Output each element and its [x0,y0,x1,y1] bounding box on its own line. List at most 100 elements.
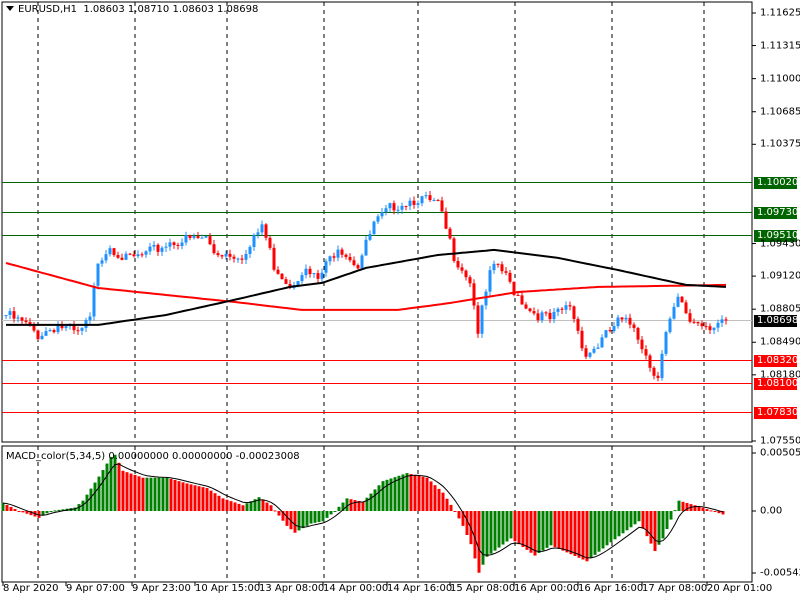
candle-bearish [656,375,660,378]
macd-histogram-bar [557,511,561,549]
time-axis-label: 20 Apr 01:00 [707,583,773,594]
candle-bullish [40,335,44,340]
macd-histogram-bar [585,511,589,562]
macd-histogram-bar [573,511,577,556]
macd-histogram-bar [509,511,513,539]
candle-bullish [4,314,8,316]
candle-bearish [436,199,440,201]
candle-bullish [320,272,324,279]
macd-histogram-bar [629,511,633,528]
chart-canvas[interactable] [0,0,800,600]
candle-bearish [464,270,468,278]
candle-bullish [676,296,680,307]
macd-histogram-bar [665,511,669,530]
macd-histogram-bar [369,493,373,511]
macd-histogram-bar [553,511,557,548]
macd-histogram-bar [13,508,17,511]
macd-histogram-bar [117,462,121,511]
candle-bearish [584,348,588,357]
macd-histogram-bar [57,509,61,511]
price-axis-label: 1.10375 [760,138,800,150]
macd-histogram-bar [277,511,281,516]
dropdown-triangle-icon[interactable] [6,6,14,11]
candle-bearish [572,306,576,319]
candle-bullish [148,246,152,252]
macd-histogram-bar [213,493,217,511]
candle-bearish [684,302,688,314]
candle-bearish [412,200,416,205]
candle-bullish [672,306,676,319]
candle-bearish [352,260,356,266]
candle-bearish [644,349,648,356]
time-axis-label: 15 Apr 08:00 [450,583,516,594]
candle-bearish [228,253,232,257]
candle-bearish [528,308,532,312]
candle-bullish [324,261,328,273]
macd-histogram-bar [9,506,13,511]
candle-bearish [508,272,512,282]
candle-bearish [316,273,320,279]
candle-bullish [540,312,544,321]
level-price-tag: 1.10020 [754,176,798,189]
macd-histogram-bar [189,484,193,511]
candle-bearish [188,235,192,238]
macd-histogram-bar [133,474,137,511]
macd-histogram-bar [17,511,21,512]
candle-bullish [592,348,596,353]
candle-bullish [588,352,592,357]
candle-bullish [152,244,156,247]
macd-histogram-bar [625,511,629,531]
candle-bearish [496,263,500,265]
candle-bearish [120,257,124,260]
macd-histogram-bar [149,477,153,511]
candle-bullish [416,203,420,205]
candle-bullish [668,318,672,333]
candle-bearish [12,311,16,319]
macd-histogram-bar [137,476,141,511]
candle-bearish [392,203,396,211]
macd-histogram-bar [413,474,417,511]
candle-bullish [204,236,208,238]
candle-bearish [332,256,336,258]
candle-bearish [24,320,28,323]
macd-histogram-bar [681,501,685,511]
macd-histogram-bar [633,511,637,525]
macd-histogram-bar [673,510,677,512]
price-axis-label: 1.09430 [760,238,800,250]
price-axis-label: 1.09120 [760,270,800,282]
macd-histogram-bar [549,511,553,546]
candle-bearish [356,265,360,269]
price-axis-label: 1.08805 [760,303,800,315]
candle-bearish [404,205,408,207]
macd-histogram-bar [521,511,525,548]
macd-histogram-bar [21,511,25,513]
macd-histogram-bar [701,507,705,511]
candle-bullish [596,347,600,349]
macd-histogram-bar [481,511,485,565]
macd-histogram-bar [537,511,541,554]
candle-bullish [492,263,496,271]
candle-bearish [708,326,712,331]
macd-histogram-bar [313,511,317,523]
candle-bearish [348,256,352,261]
macd-histogram-bar [109,457,113,511]
candle-bearish [340,249,344,255]
macd-histogram-bar [5,504,9,511]
macd-histogram-bar [565,511,569,553]
macd-label: MACD_color(5,34,5) 0.00000000 0.00000000… [6,451,300,462]
macd-histogram-bar [321,511,325,522]
candle-bullish [720,319,724,323]
candle-bullish [312,273,316,275]
macd-histogram-bar [517,511,521,545]
macd-histogram-bar [49,511,53,512]
macd-histogram-bar [705,509,709,511]
candle-bullish [716,322,720,328]
macd-histogram-bar [453,511,457,512]
candle-bearish [532,311,536,314]
price-axis-label: 1.10685 [760,106,800,118]
macd-histogram-bar [489,511,493,554]
macd-histogram-bar [457,511,461,519]
time-axis-label: 16 Apr 16:00 [578,583,644,594]
candle-bullish [56,324,60,333]
candle-bullish [336,249,340,258]
